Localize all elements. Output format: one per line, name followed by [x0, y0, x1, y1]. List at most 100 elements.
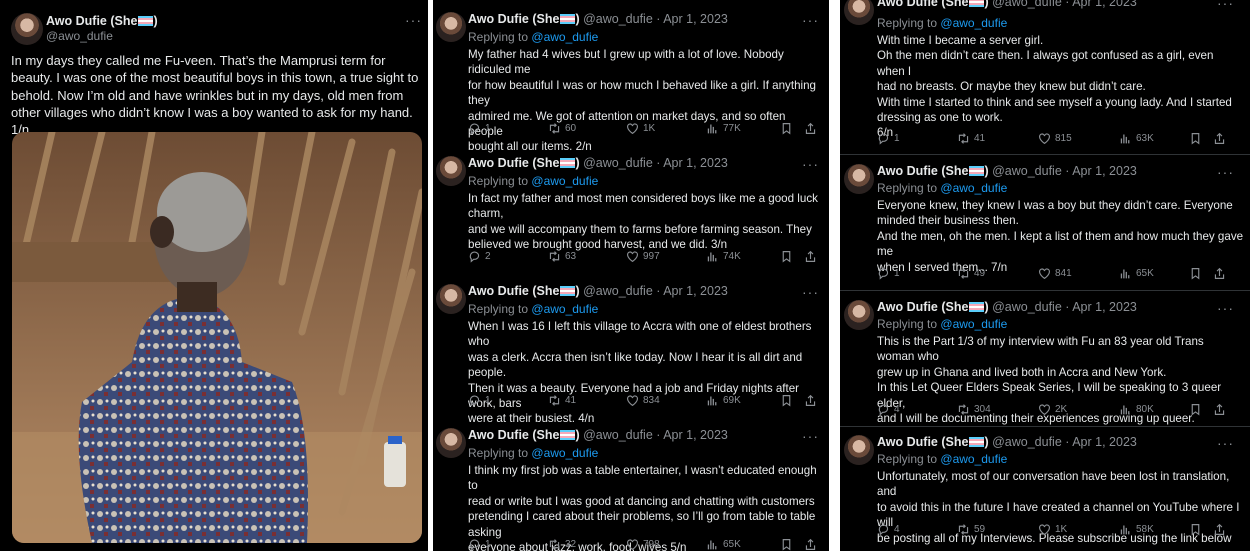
reply-icon [469, 123, 480, 135]
avatar[interactable] [11, 13, 43, 45]
avatar[interactable] [436, 284, 466, 314]
more-icon[interactable]: ··· [1217, 300, 1234, 316]
heart-icon [1039, 524, 1050, 536]
retweet-button[interactable]: 63 [548, 250, 576, 263]
reply-button[interactable]: 4 [877, 523, 900, 536]
avatar[interactable] [844, 435, 874, 465]
retweet-button[interactable]: 60 [548, 122, 576, 135]
tweet[interactable]: Awo Dufie (She) @awo_dufie · Apr 1, 2023… [840, 164, 1250, 284]
reply-mention-link[interactable]: @awo_dufie [531, 30, 598, 44]
tweet-photo[interactable] [12, 132, 422, 543]
more-icon[interactable]: ··· [1217, 164, 1234, 180]
views-button[interactable]: 74K [706, 250, 741, 263]
bookmark-button[interactable] [1189, 132, 1202, 148]
reply-button[interactable]: 4 [877, 403, 900, 416]
reply-button[interactable]: 1 [877, 267, 900, 280]
retweet-icon [549, 395, 560, 406]
tweet[interactable]: Awo Dufie (She) @awo_dufie · Apr 1, 2023… [433, 156, 829, 271]
bookmark-button[interactable] [780, 538, 793, 551]
tweet-actions: 4 304 2K 80K [877, 403, 1230, 419]
bookmark-button[interactable] [1189, 523, 1202, 539]
like-button[interactable]: 997 [626, 250, 660, 263]
author-name[interactable]: Awo Dufie (She) [46, 14, 158, 28]
heart-icon [627, 395, 638, 407]
tweet[interactable]: Awo Dufie (She) @awo_dufie · Apr 1, 2023… [840, 435, 1250, 551]
reply-mention-link[interactable]: @awo_dufie [940, 181, 1007, 195]
share-button[interactable] [804, 122, 817, 138]
more-icon[interactable]: ··· [1217, 435, 1234, 451]
views-button[interactable]: 63K [1119, 132, 1154, 145]
more-icon[interactable]: ··· [802, 156, 819, 172]
author-handle[interactable]: @awo_dufie [46, 29, 113, 43]
like-button[interactable]: 841 [1038, 267, 1072, 280]
avatar[interactable] [844, 0, 874, 25]
retweet-button[interactable]: 304 [957, 403, 991, 416]
more-icon[interactable]: ··· [1217, 0, 1234, 11]
tweet[interactable]: Awo Dufie (She) @awo_dufie · Apr 1, 2023… [840, 300, 1250, 425]
reply-mention-link[interactable]: @awo_dufie [531, 446, 598, 460]
avatar[interactable] [844, 300, 874, 330]
avatar[interactable] [844, 164, 874, 194]
more-icon[interactable]: ··· [802, 284, 819, 300]
bookmark-button[interactable] [1189, 267, 1202, 283]
more-icon[interactable]: ··· [802, 12, 819, 28]
tweet[interactable]: Awo Dufie (She) @awo_dufie · Apr 1, 2023… [433, 428, 829, 551]
reply-button[interactable]: 1 [877, 132, 900, 145]
avatar[interactable] [436, 12, 466, 42]
tweet-actions: 1 41 815 63K [877, 132, 1230, 148]
bookmark-button[interactable] [780, 394, 793, 410]
views-button[interactable]: 77K [706, 122, 741, 135]
like-button[interactable]: 815 [1038, 132, 1072, 145]
bookmark-button[interactable] [780, 122, 793, 138]
views-button[interactable]: 58K [1119, 523, 1154, 536]
avatar[interactable] [436, 428, 466, 458]
reply-mention-link[interactable]: @awo_dufie [531, 174, 598, 188]
tweet[interactable]: Awo Dufie (She) @awo_dufie · Apr 1, 2023… [433, 12, 829, 153]
reply-button[interactable]: 1 [468, 394, 491, 407]
share-button[interactable] [1213, 523, 1226, 539]
retweet-button[interactable]: 41 [548, 394, 576, 407]
reply-mention-link[interactable]: @awo_dufie [940, 16, 1007, 30]
reply-button[interactable]: 1 [468, 538, 491, 551]
share-button[interactable] [804, 394, 817, 410]
reply-mention-link[interactable]: @awo_dufie [531, 302, 598, 316]
divider [840, 154, 1250, 155]
share-button[interactable] [804, 250, 817, 266]
like-button[interactable]: 1K [1038, 523, 1067, 536]
more-icon[interactable]: ··· [802, 428, 819, 444]
views-icon [707, 124, 717, 134]
bookmark-button[interactable] [1189, 403, 1202, 419]
retweet-button[interactable]: 41 [957, 132, 985, 145]
like-button[interactable]: 2K [1038, 403, 1067, 416]
reply-button[interactable]: 2 [468, 250, 491, 263]
share-icon [805, 250, 816, 262]
tweet[interactable]: Awo Dufie (She) @awo_dufie · Apr 1, 2023… [433, 284, 829, 425]
reply-mention-link[interactable]: @awo_dufie [940, 452, 1007, 466]
share-button[interactable] [1213, 403, 1226, 419]
like-button[interactable]: 1K [626, 122, 655, 135]
more-icon[interactable]: ··· [405, 12, 422, 28]
reply-mention-link[interactable]: @awo_dufie [940, 317, 1007, 331]
retweet-button[interactable]: 49 [957, 267, 985, 280]
tweet-header: Awo Dufie (She) @awo_dufie · Apr 1, 2023 [468, 428, 728, 442]
bookmark-button[interactable] [780, 250, 793, 266]
views-button[interactable]: 65K [706, 538, 741, 551]
views-button[interactable]: 65K [1119, 267, 1154, 280]
bookmark-icon [1191, 268, 1200, 280]
avatar[interactable] [436, 156, 466, 186]
retweet-button[interactable]: 59 [957, 523, 985, 536]
replying-to: Replying to @awo_dufie [468, 174, 599, 188]
share-button[interactable] [1213, 132, 1226, 148]
views-button[interactable]: 69K [706, 394, 741, 407]
bookmark-icon [1191, 404, 1200, 416]
like-button[interactable]: 834 [626, 394, 660, 407]
like-button[interactable]: 798 [626, 538, 660, 551]
views-button[interactable]: 80K [1119, 403, 1154, 416]
heart-icon [627, 123, 638, 135]
share-button[interactable] [804, 538, 817, 551]
tweet[interactable]: Awo Dufie (She) @awo_dufie · Apr 1, 2023… [840, 0, 1250, 150]
retweet-button[interactable]: 32 [548, 538, 576, 551]
share-button[interactable] [1213, 267, 1226, 283]
reply-button[interactable]: 1 [468, 122, 491, 135]
heart-icon [1039, 404, 1050, 416]
